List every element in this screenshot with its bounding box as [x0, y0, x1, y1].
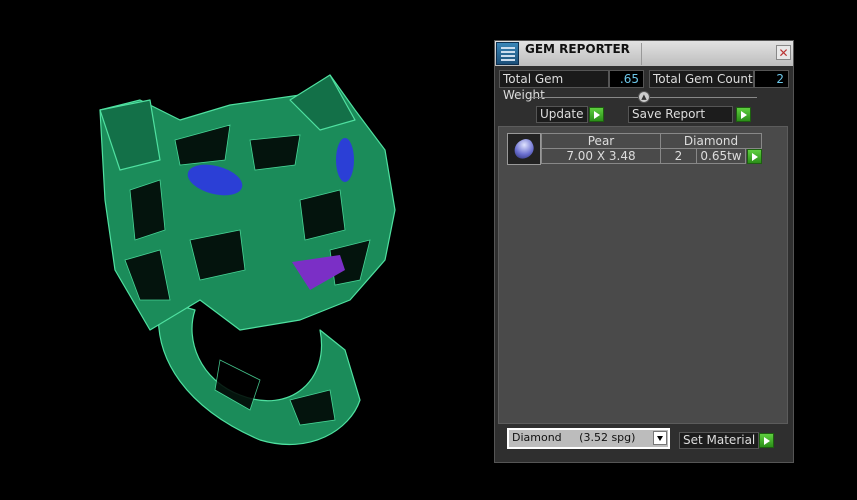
update-button[interactable]: Update: [536, 106, 588, 123]
3d-viewport-panther-ring[interactable]: [0, 0, 490, 500]
title-bar[interactable]: GEM REPORTER ✕: [495, 41, 793, 66]
chevron-down-icon[interactable]: [653, 431, 667, 445]
total-gem-count-label: Total Gem Count: [649, 70, 754, 88]
total-gem-weight-value: .65: [609, 70, 644, 88]
update-go-icon[interactable]: [589, 107, 604, 122]
gem-reporter-app-icon: [496, 42, 519, 65]
total-gem-weight-label: Total Gem Weight: [499, 70, 609, 102]
save-report-go-icon[interactable]: [736, 107, 751, 122]
set-material-go-icon[interactable]: [759, 433, 774, 448]
save-report-button[interactable]: Save Report: [628, 106, 733, 123]
right-eye-gem: [336, 138, 354, 182]
collapse-toggle-icon[interactable]: ▲: [638, 91, 650, 103]
gem-weight: 0.65tw: [696, 148, 746, 164]
title-divider: [641, 43, 642, 65]
gem-reporter-panel: GEM REPORTER ✕ Total Gem Weight .65 Tota…: [494, 40, 794, 463]
material-name: Diamond: [512, 431, 562, 444]
material-select-value: Diamond (3.52 spg): [509, 430, 668, 447]
material-select[interactable]: Diamond (3.52 spg): [507, 428, 670, 449]
gem-list: Pear Diamond 7.00 X 3.48 2 0.65tw: [498, 126, 788, 424]
total-gem-count-value: 2: [754, 70, 789, 88]
window-title: GEM REPORTER: [525, 42, 630, 56]
gem-row-go-icon[interactable]: [747, 149, 762, 164]
close-icon[interactable]: ✕: [776, 45, 791, 60]
gem-material: Diamond: [660, 133, 762, 149]
gem-size: 7.00 X 3.48: [541, 148, 661, 164]
pear-gem-icon: [507, 133, 541, 165]
gem-count: 2: [660, 148, 697, 164]
material-spg: (3.52 spg): [579, 431, 636, 444]
set-material-button[interactable]: Set Material: [679, 432, 759, 449]
gem-shape: Pear: [541, 133, 661, 149]
